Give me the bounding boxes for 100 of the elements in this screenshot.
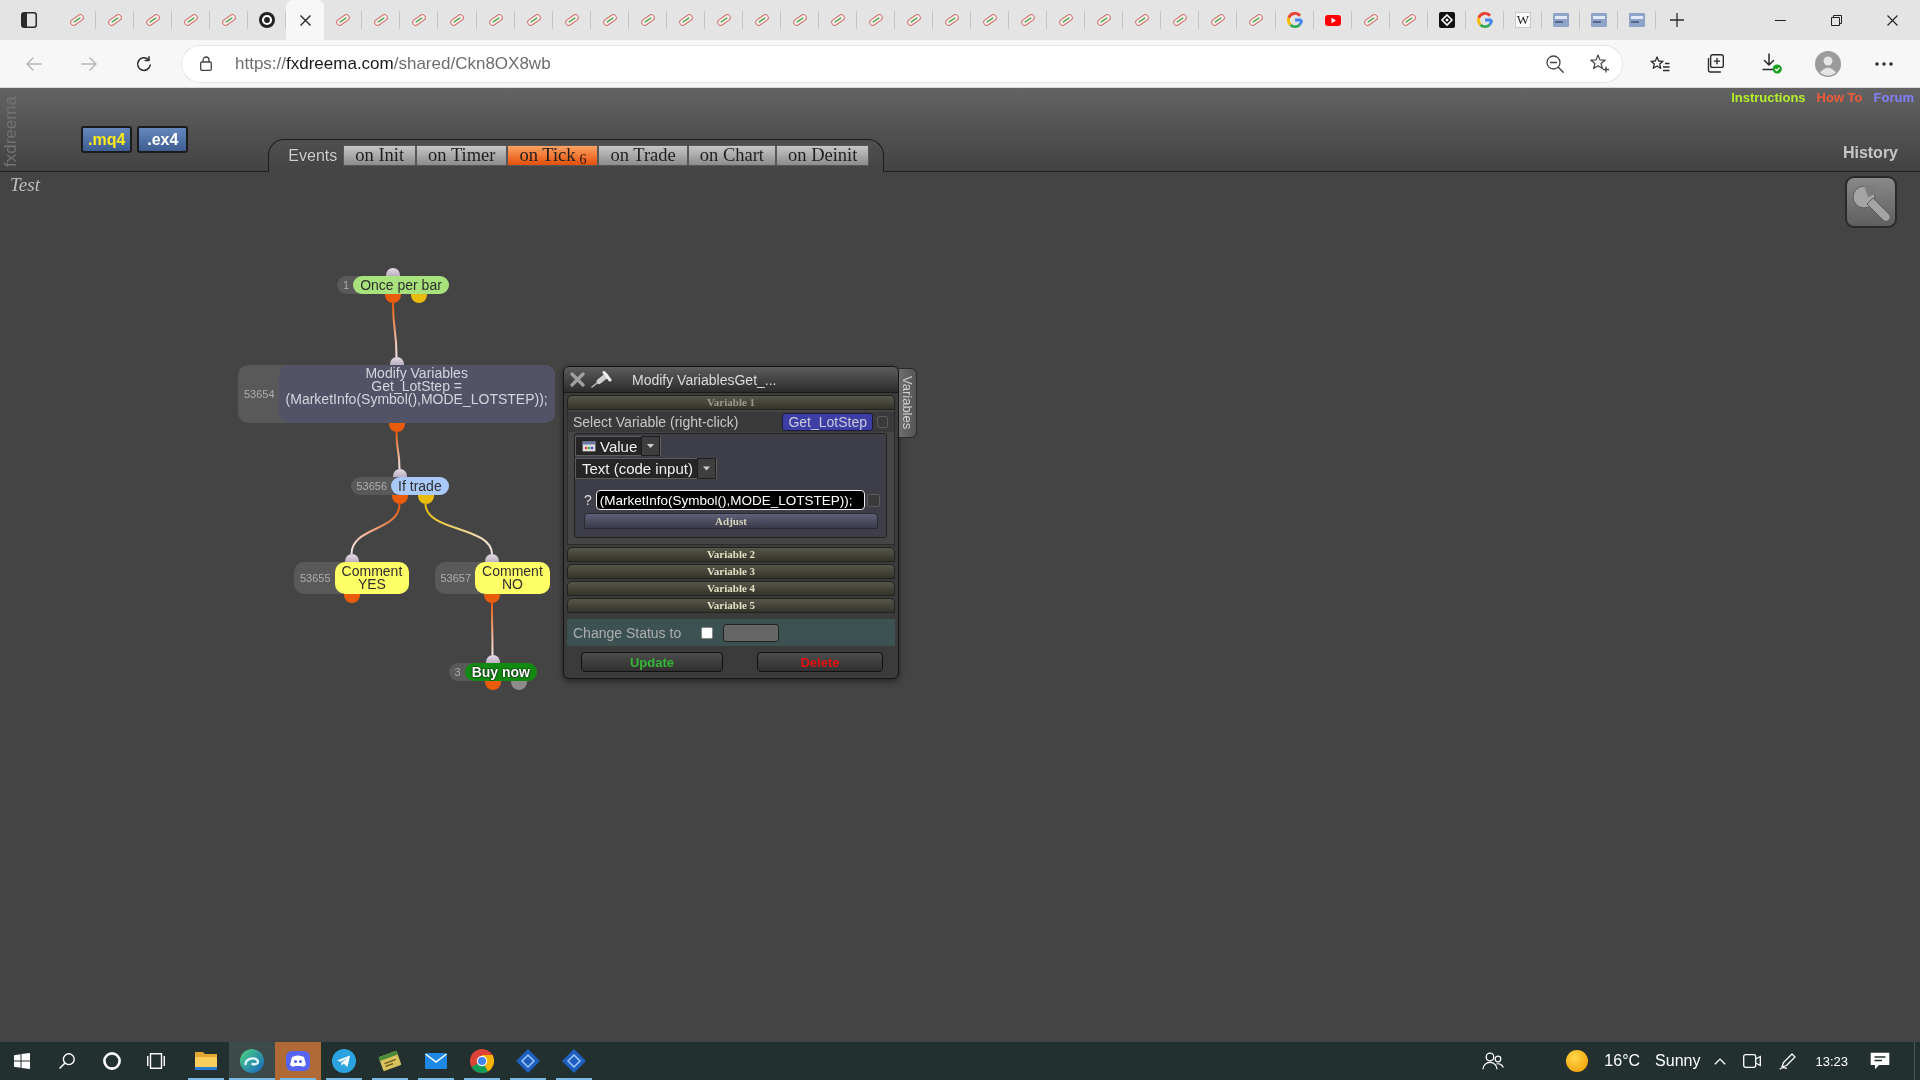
block-number: 3 [453,665,462,680]
event-tab[interactable]: on Tick $_{6}$ [507,145,599,166]
swirl-icon [240,1049,264,1073]
clock-text[interactable]: 13:23 [1815,1053,1848,1069]
close-icon[interactable] [299,14,311,26]
input-port-icon[interactable] [386,268,400,276]
output-port-icon[interactable] [411,294,427,303]
avatar-icon[interactable] [1815,50,1841,77]
event-tab[interactable]: on Deinit [776,145,870,166]
search-icon[interactable] [59,1053,75,1069]
section-header[interactable]: Variable 1 [567,395,895,410]
status-label: Change Status to [573,624,683,641]
chevron-up-icon[interactable] [1714,1057,1727,1065]
block-number: 53655 [299,571,332,586]
output-port-icon[interactable] [484,594,500,603]
section-header[interactable]: Variable 3 [567,564,895,579]
gamepad-icon [286,1049,310,1073]
paper-plane-icon [332,1049,356,1073]
caret-icon[interactable] [696,458,716,479]
flow-block[interactable]: 53656 If trade [350,477,449,495]
weather-text[interactable]: Sunny [1655,1052,1701,1070]
section-header[interactable]: Variable 2 [567,547,895,562]
variable-button[interactable]: Get_LotStep [782,413,873,431]
close-icon[interactable] [1886,14,1898,26]
connector-line [392,302,398,358]
section-header[interactable]: Variable 5 [567,598,895,613]
pin-icon[interactable] [591,371,613,388]
zoom-out-icon[interactable] [1546,54,1564,73]
checkbox[interactable] [866,493,880,507]
input-port-icon[interactable] [344,554,359,562]
ring-favicon-icon [259,12,276,28]
output-port-icon[interactable] [417,495,434,504]
side-tab[interactable]: Variables [899,368,917,438]
event-tab[interactable]: on Timer [416,145,508,166]
output-port-icon[interactable] [484,681,501,690]
header-link[interactable]: Instructions [1731,90,1806,106]
collections-icon[interactable] [1707,54,1725,73]
minimize-icon[interactable] [1774,19,1786,21]
output-port-icon[interactable] [510,681,527,690]
star-plus-icon[interactable] [1590,54,1610,73]
diamond-favicon-icon [1438,12,1455,28]
event-tab[interactable]: on Chart [687,145,776,166]
restore-icon[interactable] [1830,14,1842,26]
input-port-icon[interactable] [392,469,407,477]
input-port-icon[interactable] [389,357,404,365]
browser-tab[interactable]: W [1503,0,1542,40]
download-icon[interactable] [1762,53,1782,74]
output-port-icon[interactable] [391,495,408,504]
output-port-icon[interactable] [388,423,405,432]
code-input-field[interactable]: (MarketInfo(Symbol(),MODE_LOTSTEP)); [595,490,865,510]
project-title: Test [10,174,40,196]
checkbox[interactable] [877,416,888,428]
type-dropdown[interactable]: Value [575,436,662,456]
export-button[interactable]: .mq4 [81,126,133,153]
reload-icon[interactable] [136,55,152,72]
history-link[interactable]: History [1842,144,1898,162]
status-field[interactable] [723,623,779,642]
flow-block[interactable]: 1 Once per bar [337,276,449,294]
people-icon[interactable] [1482,1052,1505,1070]
circle-icon[interactable] [103,1052,121,1070]
start-icon[interactable] [14,1053,30,1069]
wrench-icon[interactable] [1845,176,1897,228]
input-port-icon[interactable] [485,655,500,663]
flow-block[interactable]: 3 Buy now [448,663,537,681]
taskbar-button[interactable] [229,1042,275,1080]
window-icon [582,440,596,452]
select-label: Select Variable (right-click) [573,414,739,430]
block-title: Comment NO [475,562,550,594]
panel-icon[interactable] [21,12,37,28]
pill-favicon-icon [868,12,884,28]
address-field[interactable]: https://fxdreema.com/shared/Ckn8OX8wb [181,44,1623,83]
tile-favicon-icon [1552,13,1569,27]
sun-icon[interactable] [1566,1050,1589,1072]
export-button[interactable]: .ex4 [137,126,189,153]
mode-dropdown[interactable]: Text (code input) [575,458,717,479]
input-port-icon[interactable] [485,554,499,562]
notification-icon[interactable] [1870,1052,1890,1070]
task-view-icon[interactable] [147,1053,165,1069]
output-port-icon[interactable] [343,594,360,603]
flow-block[interactable]: 53654 Modify Variables Get_LotStep = (MarketInfo(Symbol(),MODE_LOTSTEP)); [238,365,555,423]
event-tab[interactable]: on Trade [598,145,688,166]
pen-icon[interactable] [1779,1052,1798,1070]
output-port-icon[interactable] [385,294,401,303]
favorites-icon[interactable] [1650,55,1670,72]
folder-icon [194,1049,218,1073]
adjust-button[interactable]: Adjust [584,513,878,529]
dialog-title: Modify VariablesGet_... [632,371,777,388]
camera-icon[interactable] [1743,1054,1762,1068]
block-number: 1 [342,278,351,293]
block-title: Modify Variables Get_LotStep = (MarketInfo(Symbol(),MODE_LOTSTEP)); [278,365,555,423]
event-tab[interactable]: on Init [343,145,417,166]
checkbox[interactable] [701,626,713,639]
section-header[interactable]: Variable 4 [567,581,895,596]
plus-icon[interactable] [1669,13,1684,27]
hint-label: ? [584,492,592,508]
caret-icon[interactable] [641,436,661,456]
update-button[interactable]: Update [581,652,723,672]
temperature-text[interactable]: 16°C [1604,1052,1641,1070]
more-icon[interactable] [1875,61,1893,66]
tile-favicon-icon [1590,13,1607,27]
